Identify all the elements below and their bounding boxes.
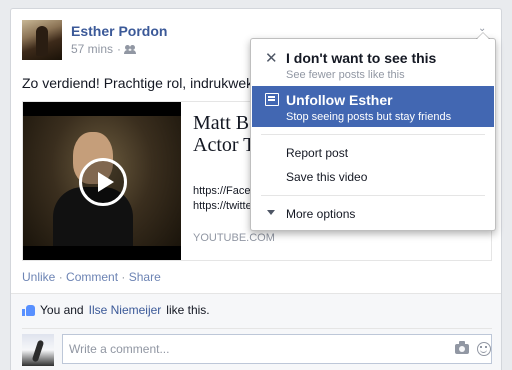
- menu-item-label: More options: [286, 207, 356, 221]
- post-meta: 57 mins ·: [71, 42, 136, 56]
- friends-icon[interactable]: [124, 44, 136, 54]
- close-icon: ✕: [265, 50, 278, 67]
- menu-item-sublabel: Stop seeing posts but stay friends: [286, 111, 452, 123]
- menu-item-more-options[interactable]: More options: [251, 202, 495, 224]
- play-icon[interactable]: [79, 158, 127, 206]
- comment-link[interactable]: Comment: [66, 270, 118, 284]
- menu-item-label: Unfollow Esther: [286, 92, 393, 108]
- author-avatar[interactable]: [22, 20, 62, 60]
- menu-item-hide-post[interactable]: ✕ I don't want to see this See fewer pos…: [251, 39, 495, 83]
- comment-input[interactable]: [62, 334, 492, 364]
- video-thumbnail[interactable]: [23, 102, 181, 260]
- menu-divider: [261, 134, 485, 135]
- likes-sentence: You and Ilse Niemeijer like this.: [22, 303, 210, 317]
- likes-you: You and: [40, 303, 84, 317]
- viewer-avatar: [22, 334, 54, 366]
- caret-down-icon: [267, 210, 275, 215]
- letterbox-bottom: [23, 246, 181, 260]
- menu-divider: [261, 195, 485, 196]
- menu-item-label: Save this video: [286, 170, 368, 184]
- share-link[interactable]: Share: [129, 270, 161, 284]
- menu-item-label: I don't want to see this: [286, 50, 437, 66]
- action-separator: ·: [118, 270, 129, 284]
- comment-composer: [22, 328, 492, 366]
- author-name[interactable]: Esther Pordon: [71, 23, 167, 39]
- like-icon: [22, 304, 35, 316]
- camera-icon[interactable]: [455, 341, 469, 354]
- smiley-icon[interactable]: [477, 342, 491, 356]
- menu-item-report[interactable]: Report post: [251, 140, 495, 162]
- unlike-link[interactable]: Unlike: [22, 270, 55, 284]
- unfollow-icon: [265, 93, 279, 106]
- feedback-area: You and Ilse Niemeijer like this.: [11, 293, 501, 370]
- menu-item-sublabel: See fewer posts like this: [286, 69, 405, 81]
- menu-item-label: Report post: [286, 146, 349, 160]
- action-separator: ·: [55, 270, 67, 284]
- post-options-menu: ✕ I don't want to see this See fewer pos…: [250, 32, 496, 231]
- post-timestamp[interactable]: 57 mins: [71, 42, 113, 56]
- meta-separator: ·: [117, 42, 122, 56]
- likes-suffix: like this.: [166, 303, 210, 317]
- link-source: YOUTUBE.COM: [193, 232, 275, 244]
- liker-name[interactable]: Ilse Niemeijer: [89, 303, 162, 317]
- menu-item-unfollow[interactable]: Unfollow Esther Stop seeing posts but st…: [252, 86, 494, 127]
- post-actions: Unlike · Comment · Share: [22, 270, 161, 284]
- letterbox-top: [23, 102, 181, 116]
- menu-item-save-video[interactable]: Save this video: [251, 164, 495, 186]
